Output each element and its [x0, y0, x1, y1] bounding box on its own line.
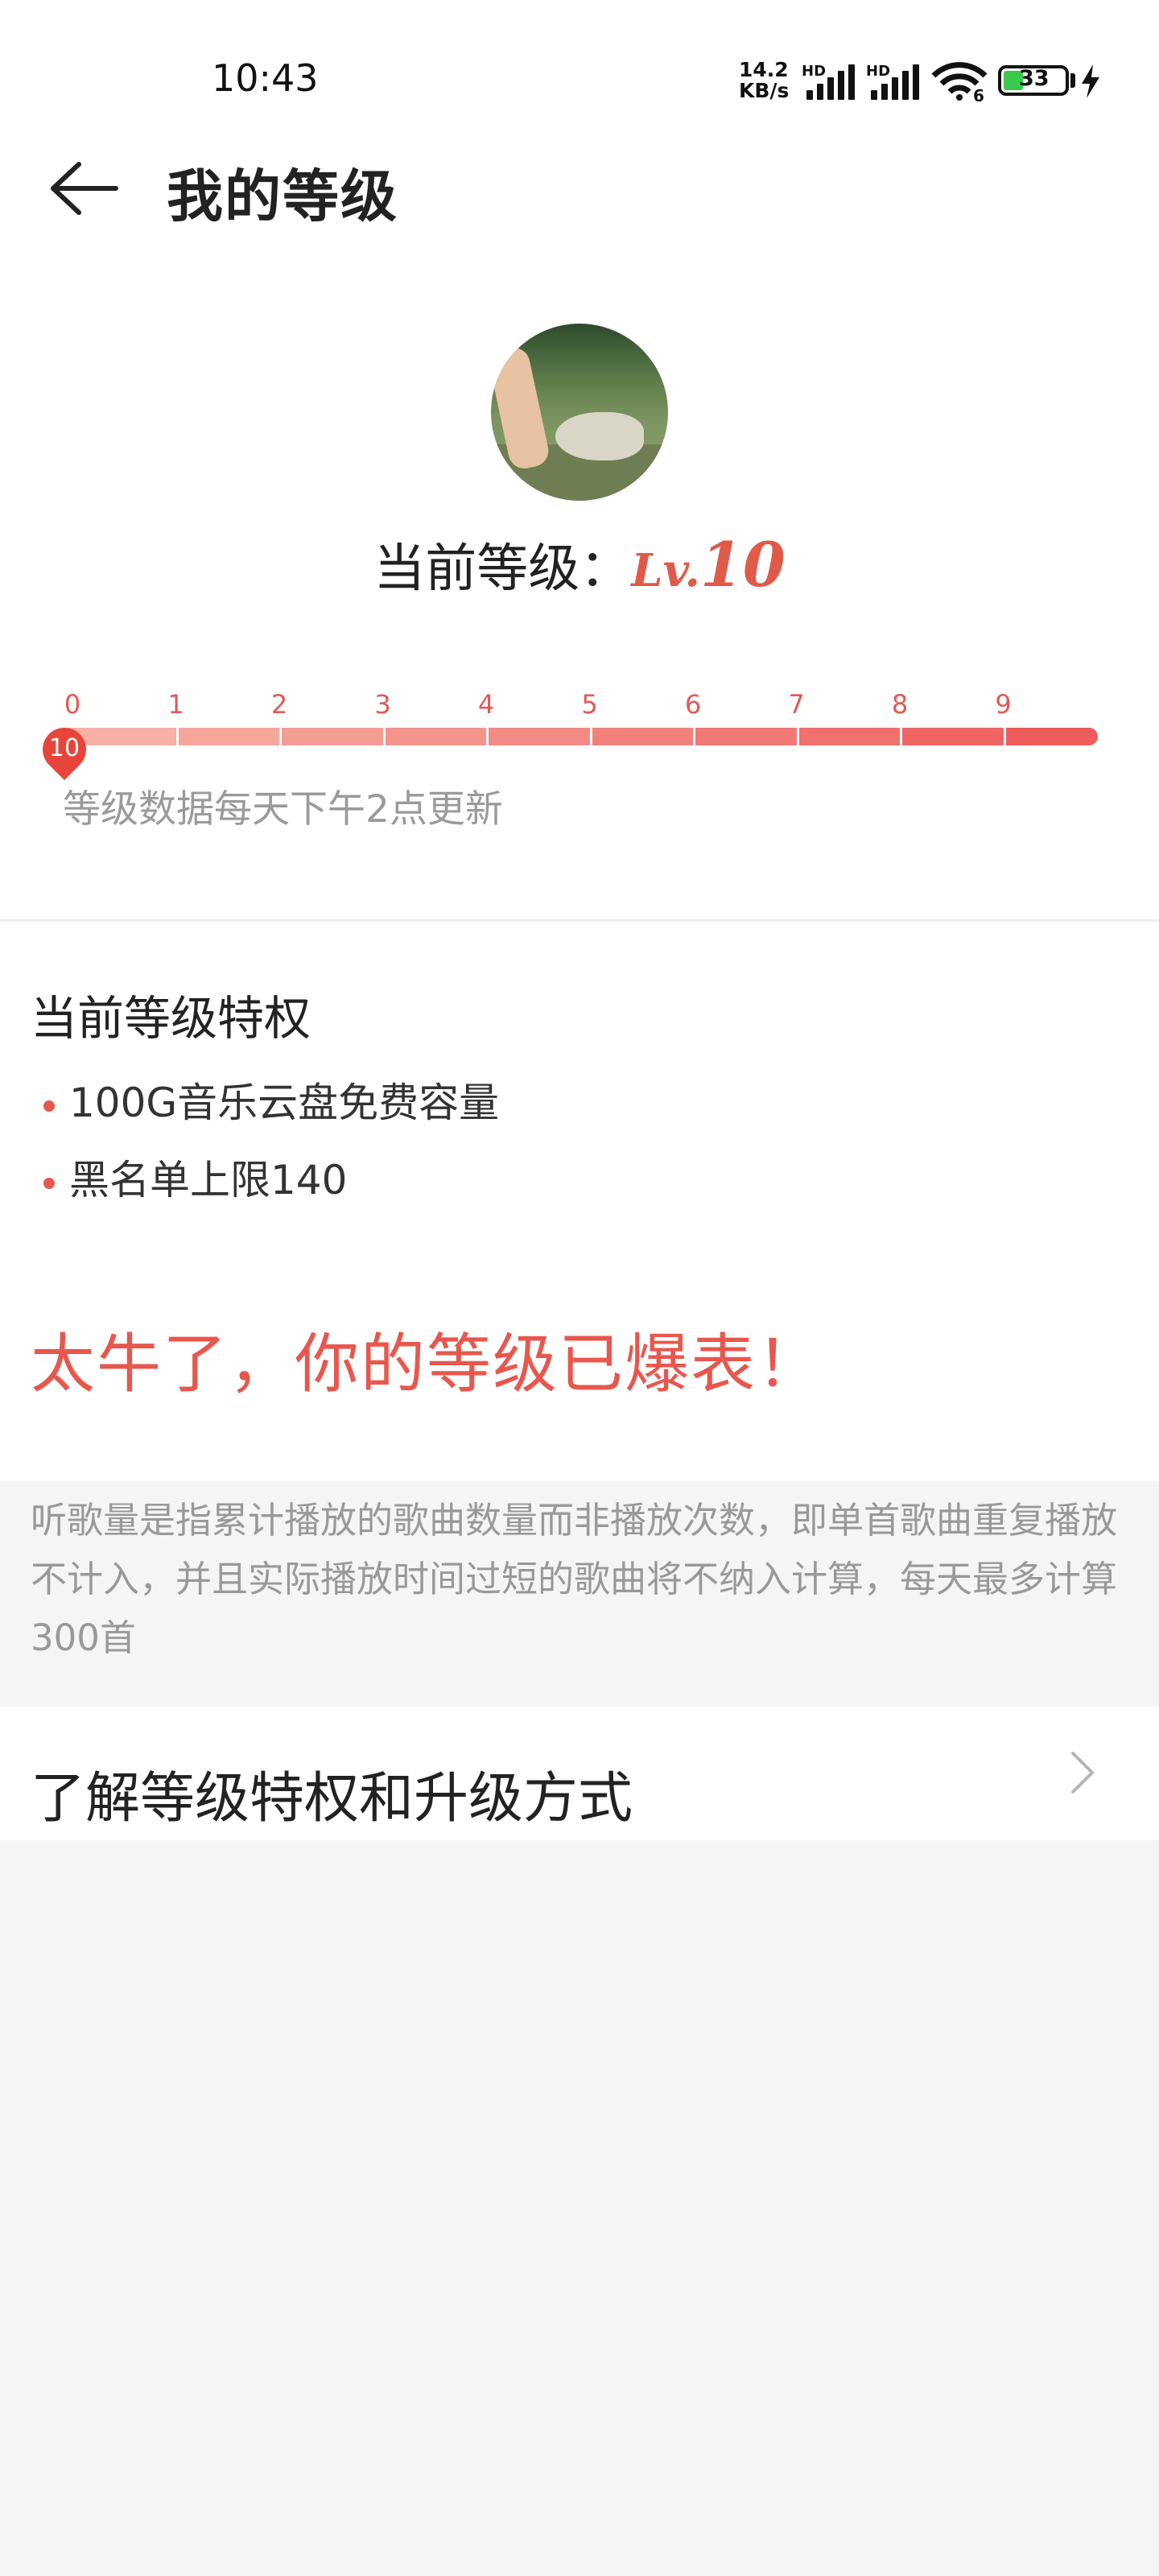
- learn-more-label: 了解等级特权和升级方式: [31, 1767, 633, 1831]
- progress-segment: [589, 728, 693, 745]
- battery-level: 33: [1019, 66, 1050, 91]
- progress-divider: [175, 728, 179, 745]
- status-bar: 10:43 14.2 KB/s HD HD 6 33: [0, 0, 1159, 129]
- wifi-badge: 6: [973, 86, 984, 101]
- progress-segment: [382, 728, 486, 745]
- progress-segment: [175, 728, 279, 745]
- level-tick-label: 2: [270, 689, 288, 720]
- current-level: 当前等级：Lv.10: [0, 527, 1159, 601]
- privileges-title: 当前等级特权: [31, 991, 311, 1046]
- progress-divider: [796, 728, 799, 745]
- network-speed: 14.2 KB/s: [739, 60, 789, 101]
- section-divider: [0, 919, 1159, 922]
- level-tick-label: 4: [477, 689, 495, 720]
- battery-icon: 33: [998, 65, 1069, 96]
- listening-count-info: 听歌量是指累计播放的歌曲数量而非播放次数，即单首歌曲重复播放不计入，并且实际播放…: [31, 1499, 1118, 1659]
- progress-segment: [486, 728, 590, 745]
- bullet-dot: [43, 1100, 55, 1112]
- avatar[interactable]: [491, 324, 668, 501]
- progress-segment: [900, 728, 1004, 745]
- level-tick-label: 1: [167, 689, 184, 720]
- progress-divider: [279, 728, 282, 745]
- learn-more-row[interactable]: 了解等级特权和升级方式: [0, 1707, 1159, 1840]
- network-speed-value: 14.2: [739, 58, 789, 81]
- progress-segment: [693, 728, 797, 745]
- progress-segment: [796, 728, 900, 745]
- level-tick-label: 6: [684, 689, 702, 720]
- update-note: 等级数据每天下午2点更新: [63, 787, 503, 832]
- progress-track: [61, 728, 1098, 745]
- level-prefix: Lv.: [631, 543, 700, 597]
- progress-divider: [693, 728, 695, 745]
- progress-divider: [1003, 728, 1006, 745]
- clock: 10:43: [212, 56, 319, 100]
- network-speed-unit: KB/s: [739, 79, 790, 102]
- bullet-dot: [43, 1177, 55, 1189]
- battery-tip: [1070, 73, 1075, 88]
- level-tick-label: 9: [995, 689, 1012, 720]
- privilege-item: 100G音乐云盘免费容量: [43, 1071, 499, 1129]
- level-progress-bar: 0 1 2 3 4 5 6 7 8 9: [0, 684, 1159, 765]
- level-tick-label: 3: [374, 689, 391, 720]
- page-title: 我的等级: [167, 163, 398, 229]
- privilege-item: 黑名单上限140: [43, 1148, 347, 1206]
- current-level-marker-label: 10: [48, 734, 80, 762]
- progress-divider: [486, 728, 489, 745]
- level-badge: Lv.10: [631, 529, 786, 601]
- level-tick-label: 5: [581, 689, 598, 720]
- privilege-item-label: 黑名单上限140: [69, 1157, 348, 1203]
- progress-segment: [279, 728, 383, 745]
- charging-bolt-icon: [1082, 64, 1099, 98]
- level-tick-label: 7: [788, 689, 805, 720]
- privilege-item-label: 100G音乐云盘免费容量: [69, 1080, 500, 1126]
- progress-divider: [900, 728, 902, 745]
- level-number: 10: [700, 528, 786, 601]
- level-tick-label: 0: [64, 689, 81, 720]
- current-level-label: 当前等级：: [373, 539, 632, 599]
- wifi-icon: 6: [931, 62, 988, 101]
- chevron-right-icon: [1071, 1752, 1094, 1794]
- progress-divider: [382, 728, 386, 745]
- level-tick-label: 8: [891, 689, 909, 720]
- back-arrow-icon[interactable]: [48, 159, 119, 217]
- level-maxed-message: 太牛了，你的等级已爆表！: [31, 1327, 823, 1402]
- progress-segment: [1003, 728, 1098, 745]
- progress-divider: [589, 728, 592, 745]
